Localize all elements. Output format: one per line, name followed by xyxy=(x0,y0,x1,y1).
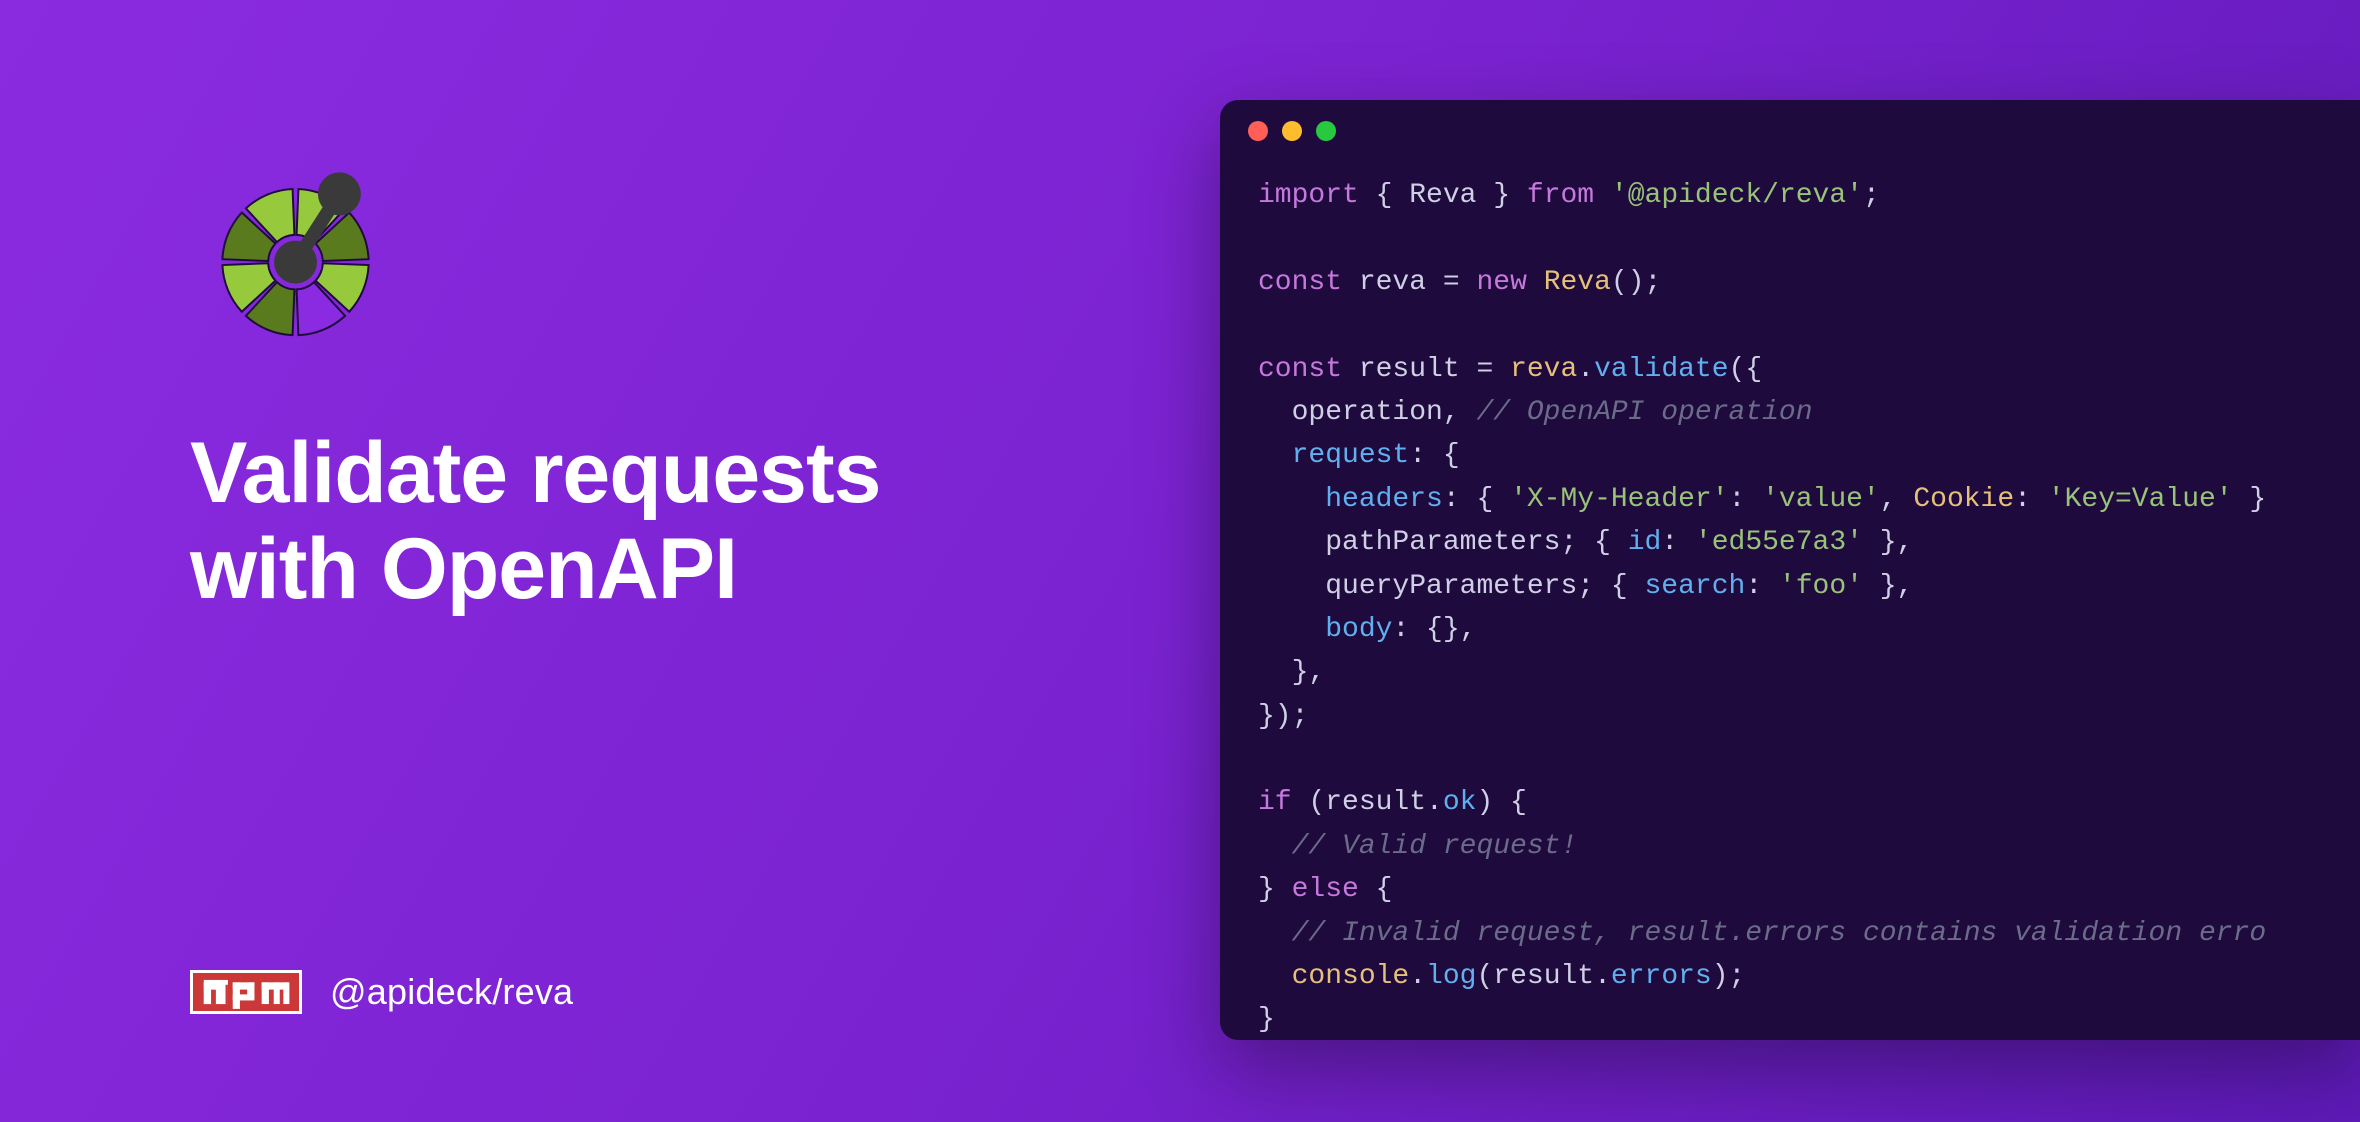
hero-heading: Validate requests with OpenAPI xyxy=(190,425,1090,618)
code-token: 'foo' xyxy=(1779,571,1863,602)
code-token: ; { xyxy=(1560,527,1627,558)
code-token: reva xyxy=(1359,267,1426,298)
code-token: '@apideck/reva' xyxy=(1611,180,1863,211)
code-token: , xyxy=(1443,397,1477,428)
code-token: log xyxy=(1426,961,1476,992)
npm-package-row: @apideck/reva xyxy=(190,970,573,1014)
code-token: = xyxy=(1460,354,1510,385)
code-token: import xyxy=(1258,180,1359,211)
code-token: errors xyxy=(1611,961,1712,992)
code-token: 'value' xyxy=(1762,484,1880,515)
window-minimize-dot-icon xyxy=(1282,121,1302,141)
code-token: search xyxy=(1644,571,1745,602)
window-titlebar xyxy=(1220,100,2360,162)
code-token: ; { xyxy=(1577,571,1644,602)
code-token: new xyxy=(1476,267,1526,298)
code-token: (); xyxy=(1611,267,1661,298)
code-token: ); xyxy=(1712,961,1746,992)
code-token: result xyxy=(1359,354,1460,385)
code-token: ({ xyxy=(1729,354,1763,385)
code-token xyxy=(1258,484,1325,515)
hero-heading-line2: with OpenAPI xyxy=(190,521,737,617)
code-token: // Invalid request, result.errors contai… xyxy=(1292,918,2267,949)
code-token: Cookie xyxy=(1913,484,2014,515)
code-token: } xyxy=(1476,180,1526,211)
code-token: id xyxy=(1628,527,1662,558)
code-token: } xyxy=(2233,484,2267,515)
code-token: }, xyxy=(1863,527,1913,558)
code-token xyxy=(1258,527,1325,558)
code-token: const xyxy=(1258,267,1342,298)
code-token: ( xyxy=(1476,961,1493,992)
code-token: validate xyxy=(1594,354,1728,385)
code-token: // Valid request! xyxy=(1292,831,1578,862)
code-token: result xyxy=(1325,787,1426,818)
code-token: . xyxy=(1594,961,1611,992)
code-token: from xyxy=(1527,180,1594,211)
code-token: headers xyxy=(1325,484,1443,515)
code-token: . xyxy=(1426,787,1443,818)
code-token: : xyxy=(1729,484,1763,515)
code-token: : {}, xyxy=(1392,614,1476,645)
code-token xyxy=(1594,180,1611,211)
hero-heading-line1: Validate requests xyxy=(190,425,880,521)
code-token: } xyxy=(1258,1004,1275,1035)
code-token: 'ed55e7a3' xyxy=(1695,527,1863,558)
code-token xyxy=(1342,354,1359,385)
code-token xyxy=(1258,440,1292,471)
code-token: 'Key=Value' xyxy=(2048,484,2233,515)
code-token xyxy=(1258,918,1292,949)
code-token: 'X-My-Header' xyxy=(1510,484,1728,515)
code-token xyxy=(1527,267,1544,298)
code-token: ; xyxy=(1863,180,1880,211)
code-token: : { xyxy=(1443,484,1510,515)
product-logo-icon xyxy=(198,150,393,345)
window-zoom-dot-icon xyxy=(1316,121,1336,141)
code-token: request xyxy=(1292,440,1410,471)
code-token: // OpenAPI operation xyxy=(1476,397,1812,428)
code-block: import { Reva } from '@apideck/reva'; co… xyxy=(1220,162,2360,1040)
code-token: { xyxy=(1359,180,1409,211)
code-window: import { Reva } from '@apideck/reva'; co… xyxy=(1220,100,2360,1040)
code-token: result xyxy=(1493,961,1594,992)
code-token: ) { xyxy=(1476,787,1526,818)
code-token: : xyxy=(2014,484,2048,515)
code-token: operation xyxy=(1292,397,1443,428)
code-token: if xyxy=(1258,787,1292,818)
code-token: body xyxy=(1325,614,1392,645)
code-token: queryParameters xyxy=(1325,571,1577,602)
code-token xyxy=(1258,961,1292,992)
code-token: : xyxy=(1745,571,1779,602)
code-token xyxy=(1258,571,1325,602)
code-token: ( xyxy=(1292,787,1326,818)
code-token xyxy=(1258,397,1292,428)
code-token: } xyxy=(1258,874,1292,905)
code-token: pathParameters xyxy=(1325,527,1560,558)
code-token xyxy=(1342,267,1359,298)
npm-logo-icon xyxy=(190,970,302,1014)
code-token xyxy=(1258,614,1325,645)
code-token: . xyxy=(1577,354,1594,385)
code-token: Reva xyxy=(1409,180,1476,211)
code-token: : xyxy=(1661,527,1695,558)
code-token: }, xyxy=(1863,571,1913,602)
code-token: ok xyxy=(1443,787,1477,818)
code-token: }); xyxy=(1258,701,1308,732)
code-token: . xyxy=(1409,961,1426,992)
code-token: }, xyxy=(1258,657,1325,688)
code-token: const xyxy=(1258,354,1342,385)
code-token: { xyxy=(1359,874,1393,905)
code-token: reva xyxy=(1510,354,1577,385)
code-token: : { xyxy=(1409,440,1459,471)
package-name: @apideck/reva xyxy=(330,971,573,1013)
code-token: Reva xyxy=(1544,267,1611,298)
code-token xyxy=(1258,831,1292,862)
code-token: = xyxy=(1426,267,1476,298)
window-close-dot-icon xyxy=(1248,121,1268,141)
code-token: else xyxy=(1292,874,1359,905)
code-token: , xyxy=(1880,484,1914,515)
code-token: console xyxy=(1292,961,1410,992)
